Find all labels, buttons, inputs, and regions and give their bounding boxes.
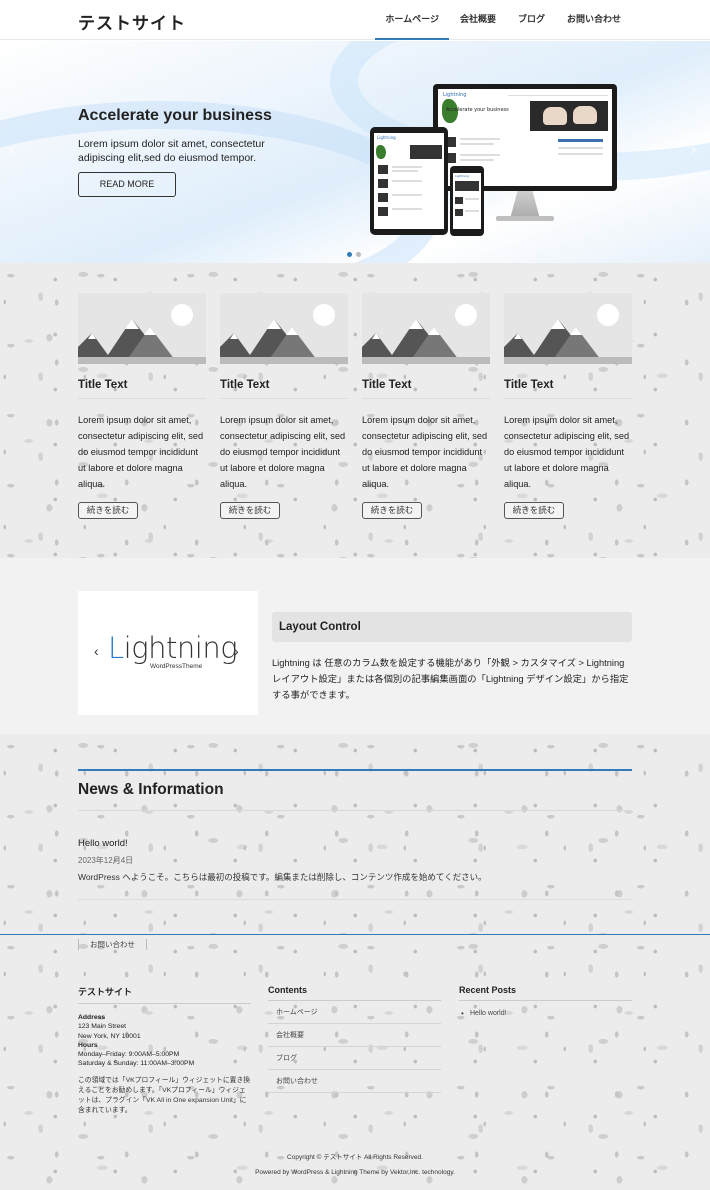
footer-nav: お問い合わせ <box>78 939 147 950</box>
card-text: Lorem ipsum dolor sit amet, consectetur … <box>362 415 488 489</box>
news-top-border <box>78 769 632 771</box>
nav-item-home[interactable]: ホームページ <box>375 0 449 40</box>
logo-right-bracket: › <box>234 643 239 659</box>
footer-menu-item-contact[interactable]: お問い合わせ <box>268 1070 441 1093</box>
layout-control-title: Layout Control <box>272 612 632 642</box>
logo-rest: ightning <box>123 631 238 665</box>
footer-address: Address 123 Main Street New York, NY 100… <box>78 1013 251 1069</box>
powered-by: Powered by WordPress & Lightning Theme b… <box>255 1169 455 1176</box>
placeholder-image-icon <box>78 293 206 364</box>
slider-title: Accelerate your business <box>78 107 272 124</box>
card: Title Text Lorem ipsum dolor sit amet, c… <box>362 293 490 519</box>
footer-menu-item-home[interactable]: ホームページ <box>268 1001 441 1024</box>
mockup-logo: Lightning <box>455 174 470 178</box>
mockup-logo: Lightning <box>443 92 467 98</box>
news-post-title[interactable]: Hello world! <box>78 838 128 849</box>
footer-col-title: Contents <box>268 985 441 1001</box>
copyright: Copyright © テストサイト All Rights Reserved. <box>287 1154 423 1161</box>
lightning-logo: ‹ Lightning › WordPressTheme <box>78 591 258 715</box>
news-post-excerpt: WordPress へようこそ。こちらは最初の投稿です。編集または削除し、コンテ… <box>78 872 487 882</box>
recent-post-link[interactable]: Hello world! <box>459 1009 632 1018</box>
mockup-logo: Lightning <box>377 135 396 140</box>
read-more-button[interactable]: 続きを読む <box>362 502 422 519</box>
slider-dot-2[interactable] <box>356 252 361 257</box>
address-line: 123 Main Street <box>78 1023 126 1031</box>
logo-left-bracket: ‹ <box>94 643 99 659</box>
footer-col-profile: テストサイト Address 123 Main Street New York,… <box>78 985 251 1117</box>
card: Title Text Lorem ipsum dolor sit amet, c… <box>504 293 632 519</box>
slider-pagination <box>347 252 361 257</box>
news-title: News & Information <box>78 781 224 798</box>
footer-col-recent-posts: Recent Posts Hello world! <box>459 985 632 1018</box>
global-nav: ホームページ 会社概要 ブログ お問い合わせ <box>375 0 632 40</box>
card-title[interactable]: Title Text <box>362 379 490 399</box>
footer-nav-contact[interactable]: お問い合わせ <box>78 939 147 950</box>
divider <box>78 810 632 811</box>
placeholder-image-icon <box>504 293 632 364</box>
card-title[interactable]: Title Text <box>504 379 632 399</box>
news-section: News & Information Hello world! 2023年12月… <box>0 734 710 934</box>
phone-mockup: Lightning <box>450 166 484 236</box>
placeholder-image-icon <box>362 293 490 364</box>
tablet-mockup: Lightning <box>370 127 448 235</box>
divider <box>78 899 632 900</box>
card: Title Text Lorem ipsum dolor sit amet, c… <box>78 293 206 519</box>
read-more-button[interactable]: 続きを読む <box>504 502 564 519</box>
hours-label: Hours <box>78 1041 98 1049</box>
nav-item-blog[interactable]: ブログ <box>507 0 556 40</box>
logo-subtitle: WordPressTheme <box>150 663 203 670</box>
mockup-headline: Accelerate your business <box>446 107 509 113</box>
layout-control-text: Lightning は 任意のカラム数を設定する機能があり「外観 > カスタマイ… <box>272 658 629 700</box>
logo-letter: L <box>108 631 124 665</box>
card-title[interactable]: Title Text <box>220 379 348 399</box>
news-post-date: 2023年12月4日 <box>78 856 134 865</box>
address-label: Address <box>78 1014 106 1021</box>
logo-wordmark: Lightning <box>108 631 238 665</box>
footer-col-contents: Contents ホームページ 会社概要 ブログ お問い合わせ <box>268 985 441 1093</box>
nav-item-contact[interactable]: お問い合わせ <box>556 0 632 40</box>
card-text: Lorem ipsum dolor sit amet, consectetur … <box>220 415 346 489</box>
address-line: New York, NY 10001 <box>78 1032 141 1040</box>
placeholder-image-icon <box>220 293 348 364</box>
hero-slider: ‹ › Accelerate your business Lorem ipsum… <box>0 41 710 263</box>
card-title[interactable]: Title Text <box>78 379 206 399</box>
site-footer: お問い合わせ テストサイト Address 123 Main Street Ne… <box>0 934 710 1190</box>
cards-section: Title Text Lorem ipsum dolor sit amet, c… <box>0 263 710 558</box>
slider-dot-1[interactable] <box>347 252 352 257</box>
footer-col-title: テストサイト <box>78 985 251 1004</box>
footer-col-title: Recent Posts <box>459 985 632 1001</box>
slider-prev-arrow-icon[interactable]: ‹ <box>9 141 14 159</box>
card-text: Lorem ipsum dolor sit amet, consectetur … <box>78 415 204 489</box>
slider-text: Lorem ipsum dolor sit amet, consectetur … <box>78 138 265 164</box>
footer-menu-item-blog[interactable]: ブログ <box>268 1047 441 1070</box>
card: Title Text Lorem ipsum dolor sit amet, c… <box>220 293 348 519</box>
site-title[interactable]: テストサイト <box>78 9 186 34</box>
monitor-stand <box>510 191 540 219</box>
monitor-base <box>496 216 554 221</box>
hours-line: Monday–Friday: 9:00AM–5:00PM <box>78 1051 180 1059</box>
footer-note: この領域では「VKプロフィール」ウィジェットに置き換えることをお勧めします。「V… <box>78 1076 251 1115</box>
nav-item-company[interactable]: 会社概要 <box>449 0 507 40</box>
card-text: Lorem ipsum dolor sit amet, consectetur … <box>504 415 630 489</box>
site-header: テストサイト ホームページ 会社概要 ブログ お問い合わせ <box>0 0 710 40</box>
read-more-button[interactable]: 続きを読む <box>78 502 138 519</box>
read-more-button[interactable]: 続きを読む <box>220 502 280 519</box>
read-more-button[interactable]: READ MORE <box>78 172 176 197</box>
layout-control-section: ‹ Lightning › WordPressTheme Layout Cont… <box>0 558 710 734</box>
footer-menu-item-company[interactable]: 会社概要 <box>268 1024 441 1047</box>
slider-next-arrow-icon[interactable]: › <box>691 141 696 159</box>
hours-line: Saturday & Sunday: 11:00AM–3:00PM <box>78 1060 195 1068</box>
